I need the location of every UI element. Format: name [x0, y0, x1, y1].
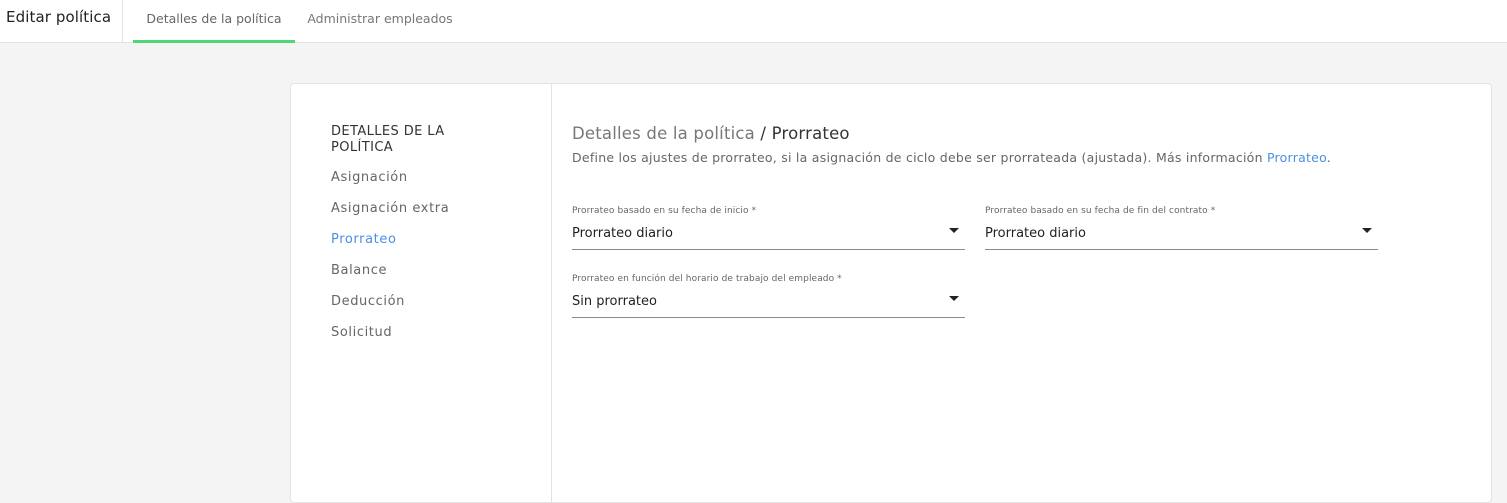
- sidebar-item-asignacion[interactable]: Asignación: [331, 162, 531, 193]
- policy-card: DETALLES DE LA POLÍTICA Asignación Asign…: [290, 83, 1492, 503]
- field-value: Prorrateo diario: [985, 226, 1086, 241]
- tab-label: Detalles de la política: [146, 11, 282, 26]
- sidebar-item-asignacion-extra[interactable]: Asignación extra: [331, 193, 531, 224]
- tab-policy-details[interactable]: Detalles de la política: [133, 0, 295, 43]
- caret-down-icon: [949, 296, 959, 301]
- breadcrumb-parent: Detalles de la política: [572, 124, 755, 143]
- sidebar-nav: DETALLES DE LA POLÍTICA Asignación Asign…: [331, 124, 531, 348]
- sidebar-divider: [551, 84, 552, 502]
- breadcrumb-separator: /: [754, 124, 772, 143]
- end-date-proration-select[interactable]: Prorrateo basado en su fecha de fin del …: [985, 206, 1378, 250]
- field-label: Prorrateo en función del horario de trab…: [572, 274, 842, 284]
- work-schedule-proration-select[interactable]: Prorrateo en función del horario de trab…: [572, 274, 965, 318]
- field-value: Sin prorrateo: [572, 294, 657, 309]
- sidebar-section-title: DETALLES DE LA POLÍTICA: [331, 124, 445, 155]
- caret-down-icon: [949, 228, 959, 233]
- field-value: Prorrateo diario: [572, 226, 673, 241]
- section-description: Define los ajustes de prorrateo, si la a…: [572, 150, 1472, 165]
- section-heading: Detalles de la política / Prorrateo: [572, 124, 1472, 143]
- field-label: Prorrateo basado en su fecha de fin del …: [985, 206, 1216, 216]
- more-info-link[interactable]: Prorrateo: [1267, 150, 1327, 165]
- start-date-proration-select[interactable]: Prorrateo basado en su fecha de inicio *…: [572, 206, 965, 250]
- top-bar: Editar política Detalles de la política …: [0, 0, 1507, 43]
- tab-label: Administrar empleados: [307, 11, 453, 26]
- title-divider: [122, 0, 123, 42]
- sidebar-item-solicitud[interactable]: Solicitud: [331, 317, 531, 348]
- description-end: .: [1326, 150, 1332, 165]
- sidebar-item-balance[interactable]: Balance: [331, 255, 531, 286]
- tab-manage-employees[interactable]: Administrar empleados: [296, 0, 464, 43]
- field-label: Prorrateo basado en su fecha de inicio *: [572, 206, 757, 216]
- breadcrumb-current: Prorrateo: [771, 124, 850, 143]
- sidebar-item-prorrateo[interactable]: Prorrateo: [331, 224, 531, 255]
- caret-down-icon: [1362, 228, 1372, 233]
- description-text: Define los ajustes de prorrateo, si la a…: [572, 150, 1267, 165]
- sidebar-item-deduccion[interactable]: Deducción: [331, 286, 531, 317]
- active-tab-indicator: [133, 40, 295, 43]
- main-content: Detalles de la política / Prorrateo Defi…: [572, 124, 1472, 318]
- page-title: Editar política: [6, 8, 112, 26]
